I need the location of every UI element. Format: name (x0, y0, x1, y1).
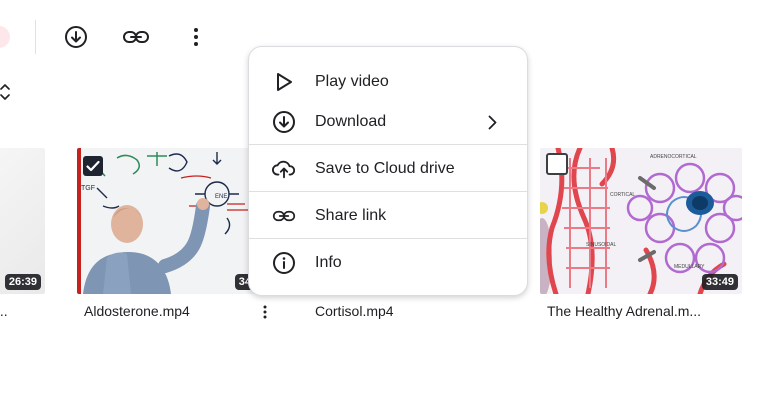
menu-item-share-link[interactable]: Share link (249, 194, 527, 238)
toolbar-divider (35, 20, 36, 54)
link-icon (272, 204, 296, 228)
file-name-1[interactable]: ... (0, 303, 8, 319)
menu-item-save-to-cloud[interactable]: Save to Cloud drive (249, 147, 527, 191)
svg-text:TGF: TGF (81, 185, 95, 192)
selection-checkbox[interactable] (83, 156, 103, 176)
avatar[interactable] (0, 26, 10, 48)
context-menu: Play video Download Save to Cloud drive (248, 46, 528, 296)
svg-text:ENE: ENE (215, 194, 227, 200)
menu-item-label: Share link (315, 207, 387, 224)
menu-item-label: Play video (315, 73, 389, 90)
svg-text:CORTICAL: CORTICAL (610, 192, 635, 198)
menu-divider (249, 238, 527, 239)
menu-item-label: Download (315, 113, 387, 130)
more-vert-icon (194, 28, 198, 46)
unfold-icon (0, 84, 10, 100)
file-name-cortisol[interactable]: Cortisol.mp4 (315, 303, 394, 319)
video-thumbnail-healthy-adrenal[interactable]: ADRENOCORTICAL CORTICAL SINUSOIDAL MEDUL… (540, 148, 742, 294)
copy-link-button[interactable] (121, 22, 151, 52)
duration-badge: 26:39 (4, 274, 41, 290)
more-vert-icon (263, 305, 267, 319)
video-thumbnail-1[interactable]: 26:39 (0, 148, 45, 294)
download-button[interactable] (61, 22, 91, 52)
play-icon (272, 70, 296, 94)
chevron-right-icon (485, 114, 499, 130)
menu-item-download[interactable]: Download (249, 100, 527, 144)
svg-text:MEDULLARY: MEDULLARY (674, 264, 705, 270)
menu-divider (249, 191, 527, 192)
info-icon (272, 251, 296, 275)
file-name-aldosterone[interactable]: Aldosterone.mp4 (84, 303, 190, 319)
link-icon (123, 31, 149, 43)
svg-text:ADRENOCORTICAL: ADRENOCORTICAL (650, 154, 697, 160)
more-options-button[interactable] (181, 22, 211, 52)
selection-checkbox[interactable] (546, 153, 568, 175)
menu-item-label: Save to Cloud drive (315, 160, 455, 177)
menu-item-label: Info (315, 254, 342, 271)
menu-item-play-video[interactable]: Play video (249, 60, 527, 104)
file-name-healthy-adrenal[interactable]: The Healthy Adrenal.m... (547, 303, 701, 319)
menu-item-info[interactable]: Info (249, 241, 527, 285)
file-options-button[interactable] (257, 303, 273, 321)
svg-text:SINUSOIDAL: SINUSOIDAL (586, 242, 617, 248)
check-icon (86, 160, 100, 172)
download-icon (272, 110, 296, 134)
video-thumbnail-aldosterone[interactable]: ac TGF ENE 34 (77, 148, 259, 294)
adrenal-diagram-image: ADRENOCORTICAL CORTICAL SINUSOIDAL MEDUL… (540, 148, 742, 294)
sort-toggle[interactable] (0, 80, 12, 104)
duration-badge: 33:49 (701, 274, 738, 290)
cloud-upload-icon (272, 157, 296, 181)
menu-divider (249, 144, 527, 145)
whiteboard-lecture-image: ac TGF ENE (77, 148, 259, 294)
download-icon (65, 26, 87, 48)
